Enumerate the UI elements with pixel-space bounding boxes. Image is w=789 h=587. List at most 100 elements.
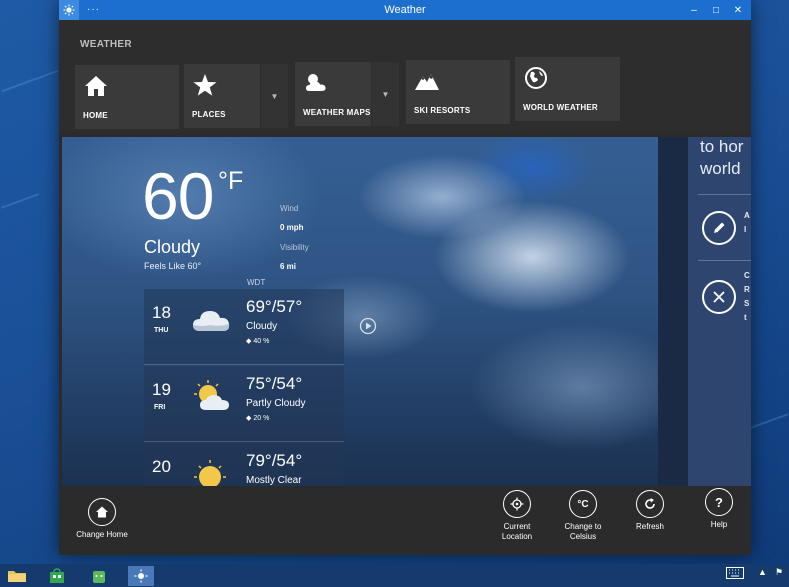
nav-weather-maps[interactable]: WEATHER MAPS [295, 62, 371, 126]
nav-places-label: PLACES [192, 110, 226, 119]
change-to-celsius-label: Change to Celsius [564, 522, 602, 541]
temperature-unit: °F [218, 167, 244, 195]
forecast-condition: Mostly Clear [246, 475, 302, 486]
feels-like: Feels Like 60° [144, 261, 202, 271]
notification-flag-icon[interactable]: ⚑ [775, 567, 783, 578]
maximize-button[interactable]: □ [705, 0, 727, 20]
wallpaper-streak [750, 413, 789, 429]
folder-icon [8, 571, 26, 582]
side-panel-snippet: t [744, 313, 747, 322]
forecast-precip: ◆ 40 % [246, 337, 269, 345]
weather-maps-dropdown-button[interactable]: ▼ [372, 62, 399, 126]
current-conditions-panel: 60 °F Cloudy Feels Like 60° Wind 0 mph V… [62, 137, 658, 486]
app-menu-button[interactable]: ··· [87, 5, 100, 15]
forecast-precip-value: 20 % [253, 415, 270, 422]
help-icon: ? [705, 488, 733, 516]
visibility-value: 6 mi [280, 262, 297, 271]
forecast-day-name: THU [154, 327, 169, 334]
change-home-label: Change Home [76, 530, 128, 539]
refresh-icon [636, 490, 664, 518]
cloudy-icon [193, 311, 230, 331]
change-home-button[interactable]: Change Home [74, 498, 130, 540]
raindrop-icon: ◆ [246, 415, 252, 422]
visibility-label: Visibility [280, 243, 309, 252]
forecast-divider [144, 441, 344, 442]
help-glyph: ? [715, 494, 723, 510]
current-condition: Cloudy [144, 237, 201, 257]
weather-app-window: ··· Weather – □ ✕ WEATHER HOME PLACES ▼ [59, 0, 751, 555]
chevron-down-icon: ▼ [381, 89, 390, 99]
pencil-icon [714, 222, 725, 233]
forecast-condition: Cloudy [246, 321, 278, 332]
wind-label: Wind [280, 204, 299, 213]
android-icon [93, 571, 105, 583]
forecast-day-name: FRI [154, 404, 166, 411]
store-button[interactable] [44, 566, 70, 586]
nav-home-label: HOME [83, 111, 108, 120]
hero-edge [658, 137, 688, 486]
edit-button[interactable] [702, 211, 736, 245]
forecast-day-number: 20 [152, 457, 171, 476]
wallpaper-streak [0, 193, 40, 209]
side-panel-divider [698, 194, 751, 195]
app-sun-icon[interactable] [59, 0, 79, 20]
close-icon [713, 291, 725, 303]
side-panel-snippet: R [744, 285, 750, 294]
timezone-label: WDT [247, 278, 266, 287]
nav-ski-resorts[interactable]: SKI RESORTS [406, 60, 510, 124]
play-icon[interactable] [359, 317, 377, 335]
sun-icon [134, 569, 148, 583]
side-panel-text-line2: world [700, 159, 741, 178]
side-panel-snippet: I [744, 225, 747, 234]
current-temperature: 60 [142, 159, 214, 233]
home-icon [85, 76, 107, 96]
side-panel: to hor world A I C R S t [688, 137, 751, 486]
side-panel-snippet: A [744, 211, 750, 220]
mountain-icon [415, 74, 439, 90]
forecast-day[interactable]: 19 FRI 75°/54° Partly Cloudy ◆ 20 % [144, 366, 344, 441]
window-controls: – □ ✕ [683, 0, 749, 20]
partly-cloudy-icon [194, 380, 229, 410]
current-location-label: Current Location [501, 522, 533, 541]
change-to-celsius-button[interactable]: °C Change to Celsius [555, 490, 611, 542]
forecast-day[interactable]: 18 THU 69°/57° Cloudy ◆ 40 % [144, 289, 344, 364]
nav-world-weather[interactable]: WORLD WEATHER [515, 57, 620, 121]
side-panel-text-line1: to hor [700, 137, 744, 156]
globe-icon [525, 67, 547, 89]
taskbar: ▲ ⚑ [0, 564, 789, 587]
nav-ski-resorts-label: SKI RESORTS [414, 106, 471, 115]
file-explorer-button[interactable] [4, 566, 30, 586]
close-button[interactable]: ✕ [727, 0, 749, 20]
forecast-hi-lo: 69°/57° [246, 297, 303, 316]
help-label: Help [710, 520, 728, 529]
window-title: Weather [384, 4, 426, 16]
minimize-button[interactable]: – [683, 0, 705, 20]
android-app-button[interactable] [86, 566, 112, 586]
celsius-glyph: °C [577, 498, 589, 510]
home-circle-icon [88, 498, 116, 526]
forecast-precip-value: 40 % [253, 338, 270, 345]
wallpaper-streak [1, 69, 59, 93]
weather-taskbar-button[interactable] [128, 566, 154, 586]
nav-weather-maps-label: WEATHER MAPS [303, 108, 371, 117]
star-icon [193, 74, 217, 96]
dismiss-button[interactable] [702, 280, 736, 314]
nav-world-weather-label: WORLD WEATHER [523, 103, 598, 112]
forecast-hi-lo: 75°/54° [246, 374, 303, 393]
current-location-button[interactable]: Current Location [489, 490, 545, 542]
nav-home[interactable]: HOME [75, 65, 179, 129]
mostly-clear-icon [194, 460, 226, 486]
keyboard-icon[interactable] [726, 567, 744, 581]
forecast-day-number: 19 [152, 380, 171, 399]
side-panel-snippet: C [744, 271, 750, 280]
celsius-icon: °C [569, 490, 597, 518]
tray-overflow-icon[interactable]: ▲ [758, 567, 767, 577]
places-dropdown-button[interactable]: ▼ [261, 64, 288, 128]
help-button[interactable]: ? Help [691, 488, 747, 530]
nav-places[interactable]: PLACES [184, 64, 260, 128]
forecast-day[interactable]: 20 79°/54° Mostly Clear [144, 443, 344, 486]
forecast-day-number: 18 [152, 303, 171, 322]
crosshair-icon [503, 490, 531, 518]
side-panel-divider [698, 260, 751, 261]
refresh-button[interactable]: Refresh [622, 490, 678, 532]
